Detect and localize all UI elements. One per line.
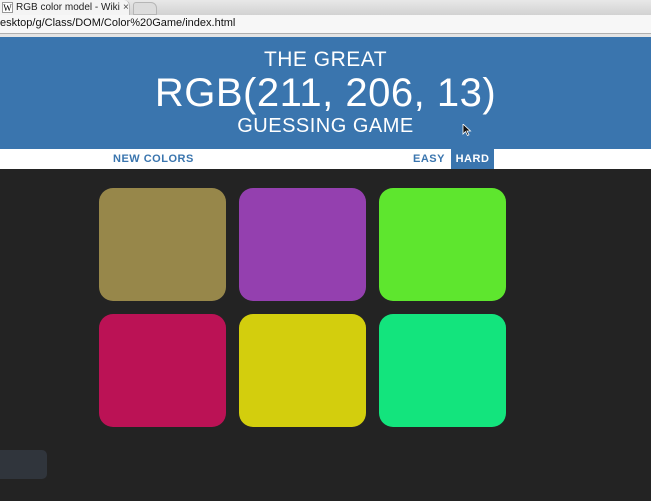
header-title-top: The Great	[263, 48, 388, 71]
header-title-bottom: Guessing Game	[237, 115, 414, 137]
mouse-pointer-icon	[462, 124, 472, 136]
new-colors-button[interactable]: New Colors	[113, 149, 194, 169]
tab-close-icon[interactable]: ×	[123, 2, 129, 13]
wikipedia-favicon-icon: W	[2, 2, 13, 13]
color-square[interactable]	[99, 188, 226, 301]
address-bar[interactable]: esktop/g/Class/DOM/Color%20Game/index.ht…	[0, 15, 651, 34]
new-tab-button[interactable]	[133, 2, 157, 15]
browser-tab-bar: W RGB color model - Wikipe ×	[0, 0, 651, 15]
color-square[interactable]	[379, 188, 506, 301]
browser-tab[interactable]: W RGB color model - Wikipe ×	[0, 0, 130, 15]
dock-panel	[0, 450, 47, 479]
tab-title: RGB color model - Wikipe	[16, 2, 120, 13]
color-square[interactable]	[239, 188, 366, 301]
color-square[interactable]	[99, 314, 226, 427]
game-header: The Great RGB(211, 206, 13) Guessing Gam…	[0, 37, 651, 149]
url-text[interactable]: esktop/g/Class/DOM/Color%20Game/index.ht…	[0, 17, 235, 29]
hard-mode-button[interactable]: Hard	[451, 149, 494, 169]
color-square[interactable]	[239, 314, 366, 427]
easy-mode-button[interactable]: Easy	[411, 149, 447, 169]
rgb-display: RGB(211, 206, 13)	[154, 71, 497, 115]
controls-stripe: New Colors Easy Hard	[0, 149, 651, 169]
color-square[interactable]	[379, 314, 506, 427]
